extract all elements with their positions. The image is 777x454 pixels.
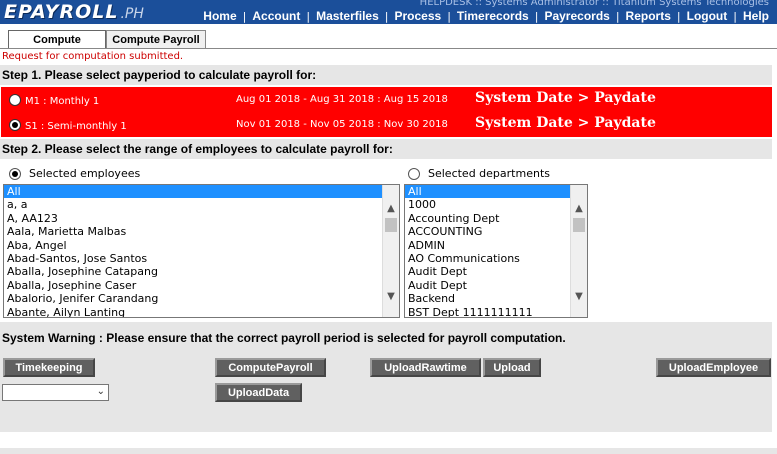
employees-listbox[interactable]: All a, a A, AA123 Aala, Marietta Malbas … [3, 184, 400, 318]
period-note: System Date > Paydate [475, 90, 656, 106]
chevron-down-icon: ⌄ [96, 386, 105, 397]
upload-employee-button[interactable]: UploadEmployee [656, 358, 771, 377]
departments-listbox[interactable]: All 1000 Accounting Dept ACCOUNTING ADMI… [404, 184, 588, 318]
period-list: M1 : Monthly 1 Aug 01 2018 - Aug 31 2018… [1, 87, 772, 137]
list-item[interactable]: ADMIN [405, 239, 570, 252]
nav-account[interactable]: Account [252, 9, 300, 23]
employees-radio[interactable] [9, 167, 21, 180]
nav-home[interactable]: Home [203, 9, 236, 23]
employees-scrollbar[interactable]: ▲ ▼ [382, 185, 399, 317]
tab-bar: Compute Compute Payroll [8, 30, 206, 48]
system-warning: System Warning : Please ensure that the … [2, 331, 566, 345]
list-item[interactable]: Aballa, Josephine Catapang [4, 265, 382, 278]
tab-divider [0, 48, 777, 49]
period-dates: Nov 01 2018 - Nov 05 2018 : Nov 30 2018 [236, 119, 448, 130]
scroll-up-icon[interactable]: ▲ [571, 201, 587, 215]
period-row-m1[interactable]: M1 : Monthly 1 Aug 01 2018 - Aug 31 2018… [1, 87, 772, 112]
departments-scrollbar[interactable]: ▲ ▼ [570, 185, 587, 317]
nav-logout[interactable]: Logout [687, 9, 728, 23]
nav-masterfiles[interactable]: Masterfiles [316, 9, 379, 23]
tab-compute-payroll[interactable]: Compute Payroll [106, 30, 206, 48]
list-item[interactable]: Abalorio, Jenifer Carandang [4, 292, 382, 305]
nav-process[interactable]: Process [395, 9, 442, 23]
period-row-s1[interactable]: S1 : Semi-monthly 1 Nov 01 2018 - Nov 05… [1, 112, 772, 137]
upload-button[interactable]: Upload [483, 358, 541, 377]
footer-strip [0, 448, 777, 454]
period-code: S1 : Semi-monthly 1 [25, 121, 127, 132]
list-item[interactable]: Abad-Santos, Jose Santos [4, 252, 382, 265]
period-code: M1 : Monthly 1 [25, 96, 100, 107]
list-item[interactable]: 1000 [405, 198, 570, 211]
nav-payrecords[interactable]: Payrecords [544, 9, 609, 23]
main-nav: Home | Account | Masterfiles | Process | Tim… [203, 9, 769, 23]
employees-radio-label: Selected employees [29, 167, 141, 180]
nav-reports[interactable]: Reports [626, 9, 671, 23]
scroll-up-icon[interactable]: ▲ [383, 201, 399, 215]
step1-title: Step 1. Please select payperiod to calcu… [0, 65, 772, 85]
list-item[interactable]: All [405, 185, 570, 199]
upload-rawtime-button[interactable]: UploadRawtime [370, 358, 481, 377]
list-item[interactable]: Aba, Angel [4, 239, 382, 252]
list-item[interactable]: A, AA123 [4, 212, 382, 225]
nav-help[interactable]: Help [743, 9, 769, 23]
scroll-thumb[interactable] [573, 218, 585, 232]
list-item[interactable]: Abante, Ailyn Lanting [4, 306, 382, 317]
list-item[interactable]: Aballa, Josephine Caser [4, 279, 382, 292]
list-item[interactable]: AO Communications [405, 252, 570, 265]
epayroll-logo[interactable]: EPAYROLL .PH [4, 0, 144, 23]
logo-text: EPAYROLL [4, 0, 119, 23]
departments-radio-label: Selected departments [428, 167, 550, 180]
radio-selected-employees[interactable]: Selected employees [9, 167, 140, 180]
list-item[interactable]: Audit Dept [405, 279, 570, 292]
list-item[interactable]: Backend [405, 292, 570, 305]
period-radio-m1[interactable] [9, 93, 21, 106]
list-item[interactable]: Audit Dept [405, 265, 570, 278]
list-item[interactable]: ACCOUNTING [405, 225, 570, 238]
period-note: System Date > Paydate [475, 115, 656, 131]
scroll-down-icon[interactable]: ▼ [383, 289, 399, 303]
list-item[interactable]: BST Dept 1111111111 [405, 306, 570, 317]
helpdesk-info: HELPDESK :: Systems Administrator :: Tit… [419, 0, 769, 8]
compute-payroll-button[interactable]: ComputePayroll [215, 358, 326, 377]
upload-data-button[interactable]: UploadData [215, 383, 302, 402]
scroll-thumb[interactable] [385, 218, 397, 232]
list-item[interactable]: All [4, 185, 382, 199]
period-radio-s1[interactable] [9, 118, 21, 131]
list-item[interactable]: a, a [4, 198, 382, 211]
list-item[interactable]: Accounting Dept [405, 212, 570, 225]
radio-selected-departments[interactable]: Selected departments [408, 167, 550, 180]
action-select[interactable]: ⌄ [2, 384, 109, 401]
step2-title: Step 2. Please select the range of emplo… [0, 139, 772, 159]
tab-compute[interactable]: Compute [8, 30, 106, 48]
scroll-down-icon[interactable]: ▼ [571, 289, 587, 303]
period-dates: Aug 01 2018 - Aug 31 2018 : Aug 15 2018 [236, 94, 448, 105]
nav-timerecords[interactable]: Timerecords [457, 9, 529, 23]
list-item[interactable]: Aala, Marietta Malbas [4, 225, 382, 238]
top-header: EPAYROLL .PH HELPDESK :: Systems Adminis… [0, 0, 777, 24]
departments-radio[interactable] [408, 167, 420, 180]
timekeeping-button[interactable]: Timekeeping [3, 358, 95, 377]
status-message: Request for computation submitted. [2, 51, 184, 62]
logo-suffix: .PH [120, 5, 144, 22]
